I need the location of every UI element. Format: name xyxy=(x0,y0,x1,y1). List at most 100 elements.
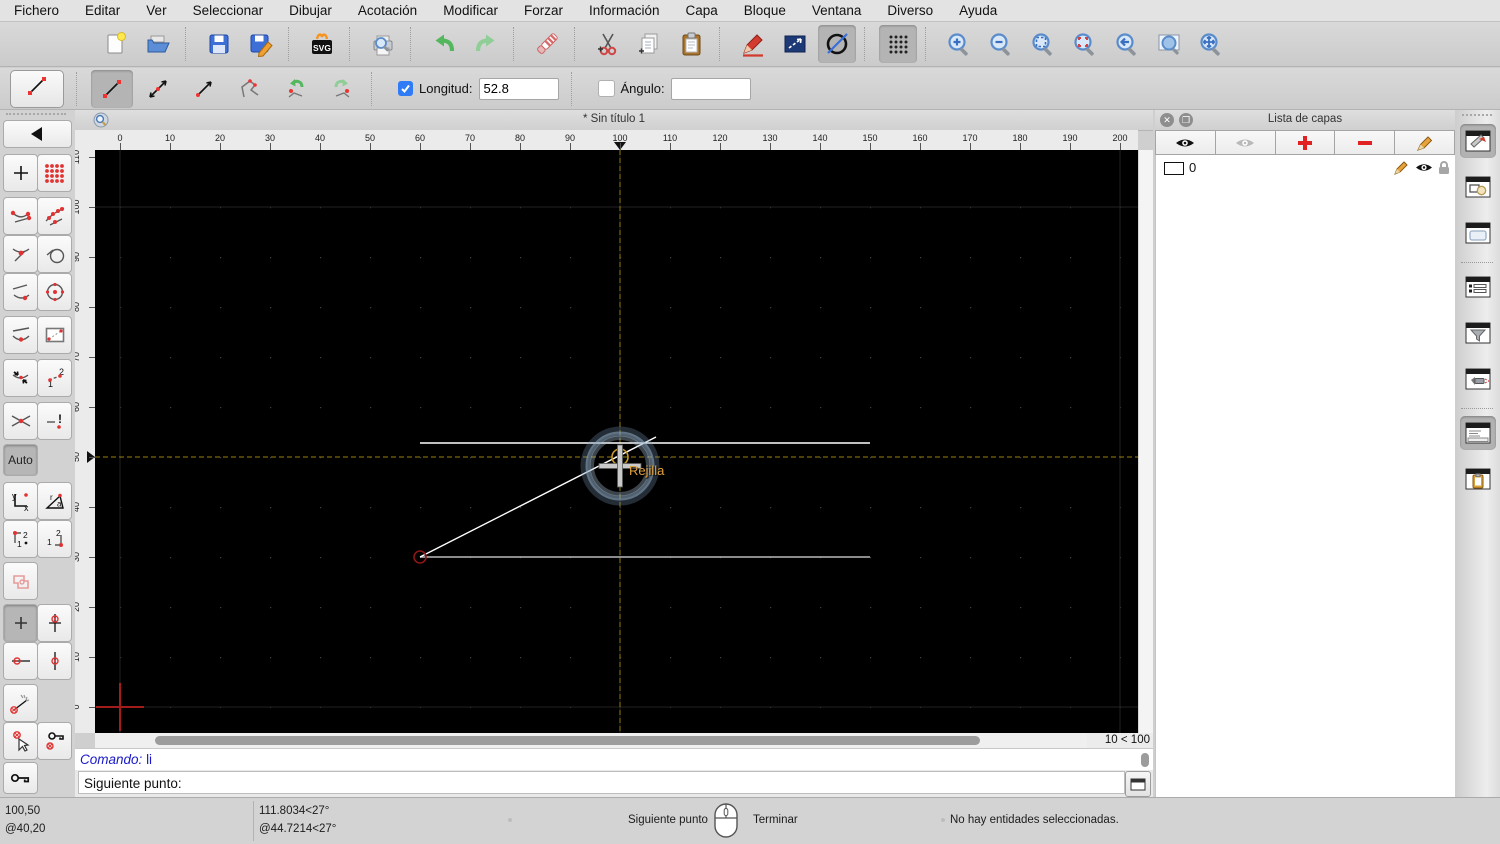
tool-redo-segment-button[interactable] xyxy=(321,70,363,108)
tool-line-angle-button[interactable] xyxy=(137,70,179,108)
menu-forzar[interactable]: Forzar xyxy=(524,3,563,18)
save-button[interactable] xyxy=(200,25,238,63)
snap-on-entity-button[interactable] xyxy=(37,197,72,235)
coord-cartesian-button[interactable]: yx xyxy=(3,482,38,520)
dock-notify-button[interactable] xyxy=(1460,362,1496,396)
snap-restrict-box-button[interactable] xyxy=(37,316,72,354)
scrollbar-thumb[interactable] xyxy=(1141,753,1149,767)
dock-command-line-button[interactable] xyxy=(1460,416,1496,450)
snap-intersection-x-button[interactable] xyxy=(3,402,38,440)
remove-layer-button[interactable] xyxy=(1335,130,1396,155)
snap-back-button[interactable] xyxy=(3,120,72,148)
zoom-pan-button[interactable] xyxy=(1192,25,1230,63)
snap-dist-manual-2-button[interactable]: 12 xyxy=(37,359,72,397)
dock-layer-list-button[interactable] xyxy=(1460,124,1496,158)
menu-ventana[interactable]: Ventana xyxy=(812,3,862,18)
rel-coord-1-button[interactable]: 12 xyxy=(3,520,38,558)
tool-line-arrow-button[interactable] xyxy=(183,70,225,108)
zoom-selected-button[interactable] xyxy=(1066,25,1104,63)
tool-polyline-button[interactable] xyxy=(229,70,271,108)
snap-endpoints-button[interactable] xyxy=(3,197,38,235)
command-window-button[interactable] xyxy=(1125,771,1151,797)
snap-dist-manual-1-button[interactable] xyxy=(3,359,38,397)
menu-modificar[interactable]: Modificar xyxy=(443,3,498,18)
add-layer-button[interactable] xyxy=(1275,130,1336,155)
layer-row[interactable]: 0 xyxy=(1156,157,1455,179)
menu-fichero[interactable]: Fichero xyxy=(14,3,59,18)
edit-layer-button[interactable] xyxy=(1395,130,1455,155)
select-window-button[interactable] xyxy=(776,25,814,63)
restrict-vertical-button[interactable] xyxy=(37,604,72,642)
angle-input[interactable] xyxy=(670,77,751,100)
new-file-button[interactable] xyxy=(97,25,135,63)
undo-button[interactable] xyxy=(425,25,463,63)
dock-clipboard-button[interactable] xyxy=(1460,462,1496,496)
sidebar-drag-handle[interactable] xyxy=(6,113,66,115)
dock-block-list-button[interactable] xyxy=(1460,170,1496,204)
tool-line-button[interactable] xyxy=(91,69,133,108)
menu-acotacion[interactable]: Acotación xyxy=(358,3,417,18)
lock-relative-zero-button[interactable] xyxy=(37,722,72,760)
paste-button[interactable] xyxy=(673,25,711,63)
delete-entities-button[interactable] xyxy=(528,25,566,63)
menu-ver[interactable]: Ver xyxy=(146,3,166,18)
dock-drag-handle[interactable] xyxy=(1462,114,1492,116)
export-svg-button[interactable]: SVG xyxy=(303,25,341,63)
zoom-in-button[interactable] xyxy=(940,25,978,63)
menu-dibujar[interactable]: Dibujar xyxy=(289,3,332,18)
dock-entity-list-button[interactable] xyxy=(1460,270,1496,304)
command-input[interactable]: Siguiente punto: xyxy=(78,771,1125,794)
grid-toggle-button[interactable] xyxy=(879,25,917,63)
menu-editar[interactable]: Editar xyxy=(85,3,120,18)
show-all-layers-button[interactable] xyxy=(1155,130,1216,155)
snap-auto-button[interactable]: Auto xyxy=(3,444,38,476)
restrict-orthogonal-button[interactable] xyxy=(37,642,72,680)
dock-library-browser-button[interactable] xyxy=(1460,216,1496,250)
layer-panel-titlebar[interactable]: ✕ ❐ Lista de capas xyxy=(1155,110,1455,131)
snap-grid-button[interactable] xyxy=(37,154,72,192)
tool-undo-segment-button[interactable] xyxy=(275,70,317,108)
restrict-nothing-button[interactable] xyxy=(3,604,38,642)
snap-middle-button[interactable] xyxy=(3,316,38,354)
layer-list[interactable]: 0 xyxy=(1155,155,1455,797)
canvas-vertical-scrollbar[interactable] xyxy=(1138,150,1153,733)
copy-button[interactable] xyxy=(631,25,669,63)
redo-button[interactable] xyxy=(467,25,505,63)
snap-intersection-manual-button[interactable]: ! xyxy=(37,402,72,440)
zoom-out-button[interactable] xyxy=(982,25,1020,63)
current-tool-button[interactable] xyxy=(10,69,64,108)
menu-informacion[interactable]: Información xyxy=(589,3,660,18)
selection-ghost-button[interactable] xyxy=(3,562,38,600)
snap-free-button[interactable] xyxy=(3,154,38,192)
canvas-horizontal-scrollbar[interactable] xyxy=(95,733,1087,748)
zoom-previous-button[interactable] xyxy=(1108,25,1146,63)
menu-bloque[interactable]: Bloque xyxy=(744,3,786,18)
length-input[interactable] xyxy=(478,77,559,100)
draw-order-button[interactable] xyxy=(734,25,772,63)
hide-all-layers-button[interactable] xyxy=(1215,130,1276,155)
snap-tangent-button[interactable] xyxy=(37,235,72,273)
angle-checkbox[interactable] xyxy=(597,80,615,97)
menu-diverso[interactable]: Diverso xyxy=(887,3,933,18)
snap-intersection-button[interactable] xyxy=(3,235,38,273)
zoom-window-button[interactable] xyxy=(1150,25,1188,63)
menu-seleccionar[interactable]: Seleccionar xyxy=(193,3,264,18)
layer-lock-icon[interactable] xyxy=(1437,160,1451,181)
draft-mode-button[interactable] xyxy=(818,25,856,63)
open-file-button[interactable] xyxy=(139,25,177,63)
scrollbar-thumb[interactable] xyxy=(155,736,980,745)
snap-center-button[interactable] xyxy=(37,273,72,311)
command-history[interactable]: Comando: li xyxy=(75,748,1153,771)
document-titlebar[interactable]: * Sin título 1 xyxy=(75,110,1153,131)
snap-angle-dial-button[interactable] xyxy=(3,684,38,722)
set-relative-zero-button[interactable] xyxy=(3,722,38,760)
save-as-button[interactable] xyxy=(242,25,280,63)
zoom-auto-button[interactable] xyxy=(1024,25,1062,63)
drawing-canvas[interactable]: Rejilla xyxy=(95,150,1138,733)
restrict-horizontal-button[interactable] xyxy=(3,642,38,680)
cut-button[interactable] xyxy=(589,25,627,63)
menu-capa[interactable]: Capa xyxy=(686,3,718,18)
layer-visible-icon[interactable] xyxy=(1415,160,1433,180)
print-preview-button[interactable] xyxy=(364,25,402,63)
length-checkbox[interactable] xyxy=(398,81,413,96)
